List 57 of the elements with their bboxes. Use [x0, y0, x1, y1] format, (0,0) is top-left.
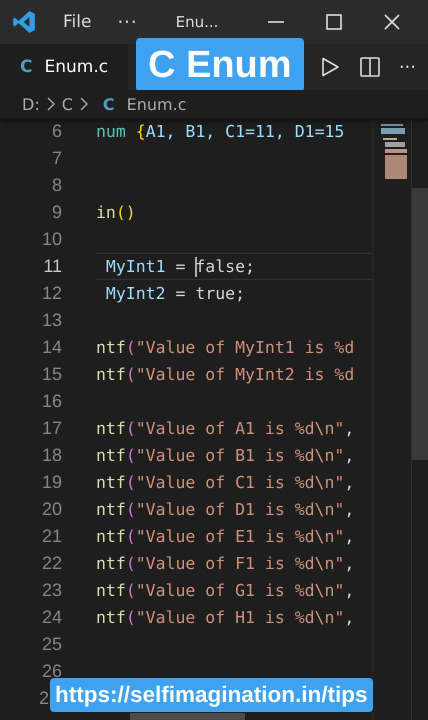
chevron-icon	[46, 96, 56, 112]
line-number: 14	[40, 337, 62, 358]
line-number: 12	[40, 283, 62, 304]
file-menu[interactable]: File	[63, 12, 92, 32]
line-number: 2	[38, 688, 50, 709]
line-number: 24	[40, 607, 62, 628]
line-number: 22	[40, 553, 62, 574]
split-icon	[358, 56, 381, 78]
title-badge: C Enum	[136, 38, 304, 92]
code-line: ntf("Value of F1 is %d\n",	[96, 554, 354, 573]
minimize-icon	[267, 21, 286, 23]
code-line: ntf("Value of MyInt2 is %d	[96, 365, 354, 384]
line-number: 25	[40, 634, 62, 655]
line-number: 9	[50, 202, 62, 223]
line-number: 15	[40, 364, 62, 385]
line-number: 20	[40, 499, 62, 520]
split-editor-button[interactable]	[358, 56, 381, 78]
editor-tab[interactable]: C Enum.c	[0, 44, 128, 90]
breadcrumb-item[interactable]: C	[62, 94, 73, 114]
more-actions-button[interactable]: ···	[398, 56, 416, 78]
code-line: num {A1, B1, C1=11, D1=15	[96, 122, 344, 141]
close-icon	[383, 13, 402, 31]
line-number: 10	[40, 229, 62, 250]
line-number: 7	[50, 148, 62, 169]
code-line: in()	[96, 203, 136, 222]
code-line: ntf("Value of B1 is %d\n",	[96, 446, 354, 465]
breadcrumb-item[interactable]: C Enum.c	[102, 94, 186, 114]
line-number: 13	[40, 310, 62, 331]
code-line: MyInt1 = false;	[104, 257, 255, 276]
maximize-icon	[325, 13, 344, 31]
link-banner: https://selfimagination.in/tips	[50, 678, 373, 712]
line-number: 21	[40, 526, 62, 547]
line-number: 8	[50, 175, 62, 196]
code-line: ntf("Value of MyInt1 is %d	[96, 338, 354, 357]
line-number: 17	[40, 418, 62, 439]
code-line: ntf("Value of H1 is %d\n",	[96, 608, 354, 627]
code-line: ntf("Value of G1 is %d\n",	[96, 581, 354, 600]
line-number: 23	[40, 580, 62, 601]
chevron-icon	[78, 96, 89, 112]
more-menu-button[interactable]: ···	[117, 12, 138, 32]
breadcrumb-item[interactable]: D:	[22, 94, 40, 114]
code-line: ntf("Value of A1 is %d\n",	[96, 419, 354, 438]
window-title: Enu...	[176, 13, 218, 31]
code-line: ntf("Value of E1 is %d\n",	[96, 527, 354, 546]
line-number: 18	[40, 445, 62, 466]
code-line: MyInt2 = true;	[104, 284, 246, 303]
scrollbar-thumb[interactable]	[412, 188, 428, 460]
code-line: ntf("Value of C1 is %d\n",	[96, 473, 354, 492]
maximize-button[interactable]	[324, 12, 344, 32]
horizontal-scrollbar-thumb[interactable]	[130, 713, 245, 720]
close-button[interactable]	[382, 12, 402, 32]
line-number: 6	[50, 121, 62, 142]
app-logo-icon	[11, 9, 37, 35]
code-line: ntf("Value of D1 is %d\n",	[96, 500, 354, 519]
line-number: 16	[40, 391, 62, 412]
line-number: 11	[42, 256, 62, 277]
line-number: 19	[40, 472, 62, 493]
